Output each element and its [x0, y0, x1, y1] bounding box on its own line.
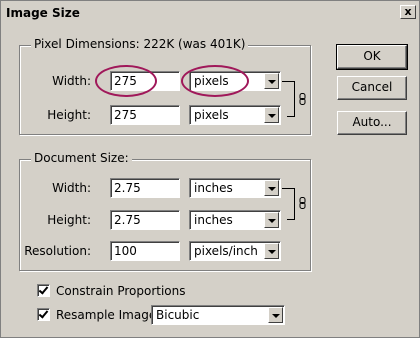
dialog-title: Image Size [6, 6, 80, 20]
pixel-height-unit-select[interactable]: pixels [189, 105, 281, 125]
highlight-width-ellipse [95, 65, 157, 97]
doc-height-unit-value: inches [194, 213, 233, 227]
pixel-height-label: Height: [47, 108, 91, 122]
chain-link-icon [299, 197, 306, 209]
chevron-down-icon[interactable] [264, 107, 279, 123]
resolution-input[interactable]: 100 [110, 241, 180, 261]
chevron-down-icon[interactable] [264, 243, 279, 259]
document-size-legend: Document Size: [31, 151, 132, 165]
resample-method-value: Bicubic [156, 308, 200, 322]
doc-height-unit-select[interactable]: inches [189, 210, 281, 230]
resample-method-select[interactable]: Bicubic [151, 305, 285, 325]
resample-image-checkbox[interactable] [37, 308, 50, 321]
close-icon: x [404, 5, 412, 18]
ok-button[interactable]: OK [336, 44, 408, 70]
doc-height-label: Height: [47, 213, 91, 227]
close-button[interactable]: x [400, 5, 416, 19]
chevron-down-icon[interactable] [264, 180, 279, 196]
doc-width-label: Width: [52, 181, 91, 195]
chevron-down-icon[interactable] [264, 73, 279, 89]
doc-width-unit-value: inches [194, 181, 233, 195]
title-bar[interactable]: Image Size x [2, 2, 418, 24]
auto-button[interactable]: Auto... [337, 111, 407, 135]
constrain-proportions-label: Constrain Proportions [56, 284, 186, 298]
doc-height-input[interactable]: 2.75 [110, 210, 180, 230]
pixel-height-input[interactable]: 275 [110, 105, 180, 125]
doc-link-bracket [287, 188, 295, 220]
resample-image-label: Resample Image: [56, 308, 161, 322]
resolution-unit-value: pixels/inch [194, 244, 258, 258]
chevron-down-icon[interactable] [264, 212, 279, 228]
chevron-down-icon[interactable] [268, 307, 283, 323]
resolution-unit-select[interactable]: pixels/inch [189, 241, 281, 261]
pixel-link-bracket [287, 81, 295, 117]
chain-link-icon [299, 93, 306, 105]
highlight-unit-ellipse [181, 65, 249, 97]
pixel-width-label: Width: [52, 74, 91, 88]
pixel-height-unit-value: pixels [194, 108, 229, 122]
doc-width-unit-select[interactable]: inches [189, 178, 281, 198]
resolution-label: Resolution: [24, 244, 91, 258]
constrain-proportions-checkbox[interactable] [37, 284, 50, 297]
pixel-dimensions-legend: Pixel Dimensions: 222K (was 401K) [31, 37, 249, 51]
image-size-dialog: Image Size x Pixel Dimensions: 222K (was… [0, 0, 420, 338]
doc-width-input[interactable]: 2.75 [110, 178, 180, 198]
cancel-button[interactable]: Cancel [337, 76, 407, 100]
